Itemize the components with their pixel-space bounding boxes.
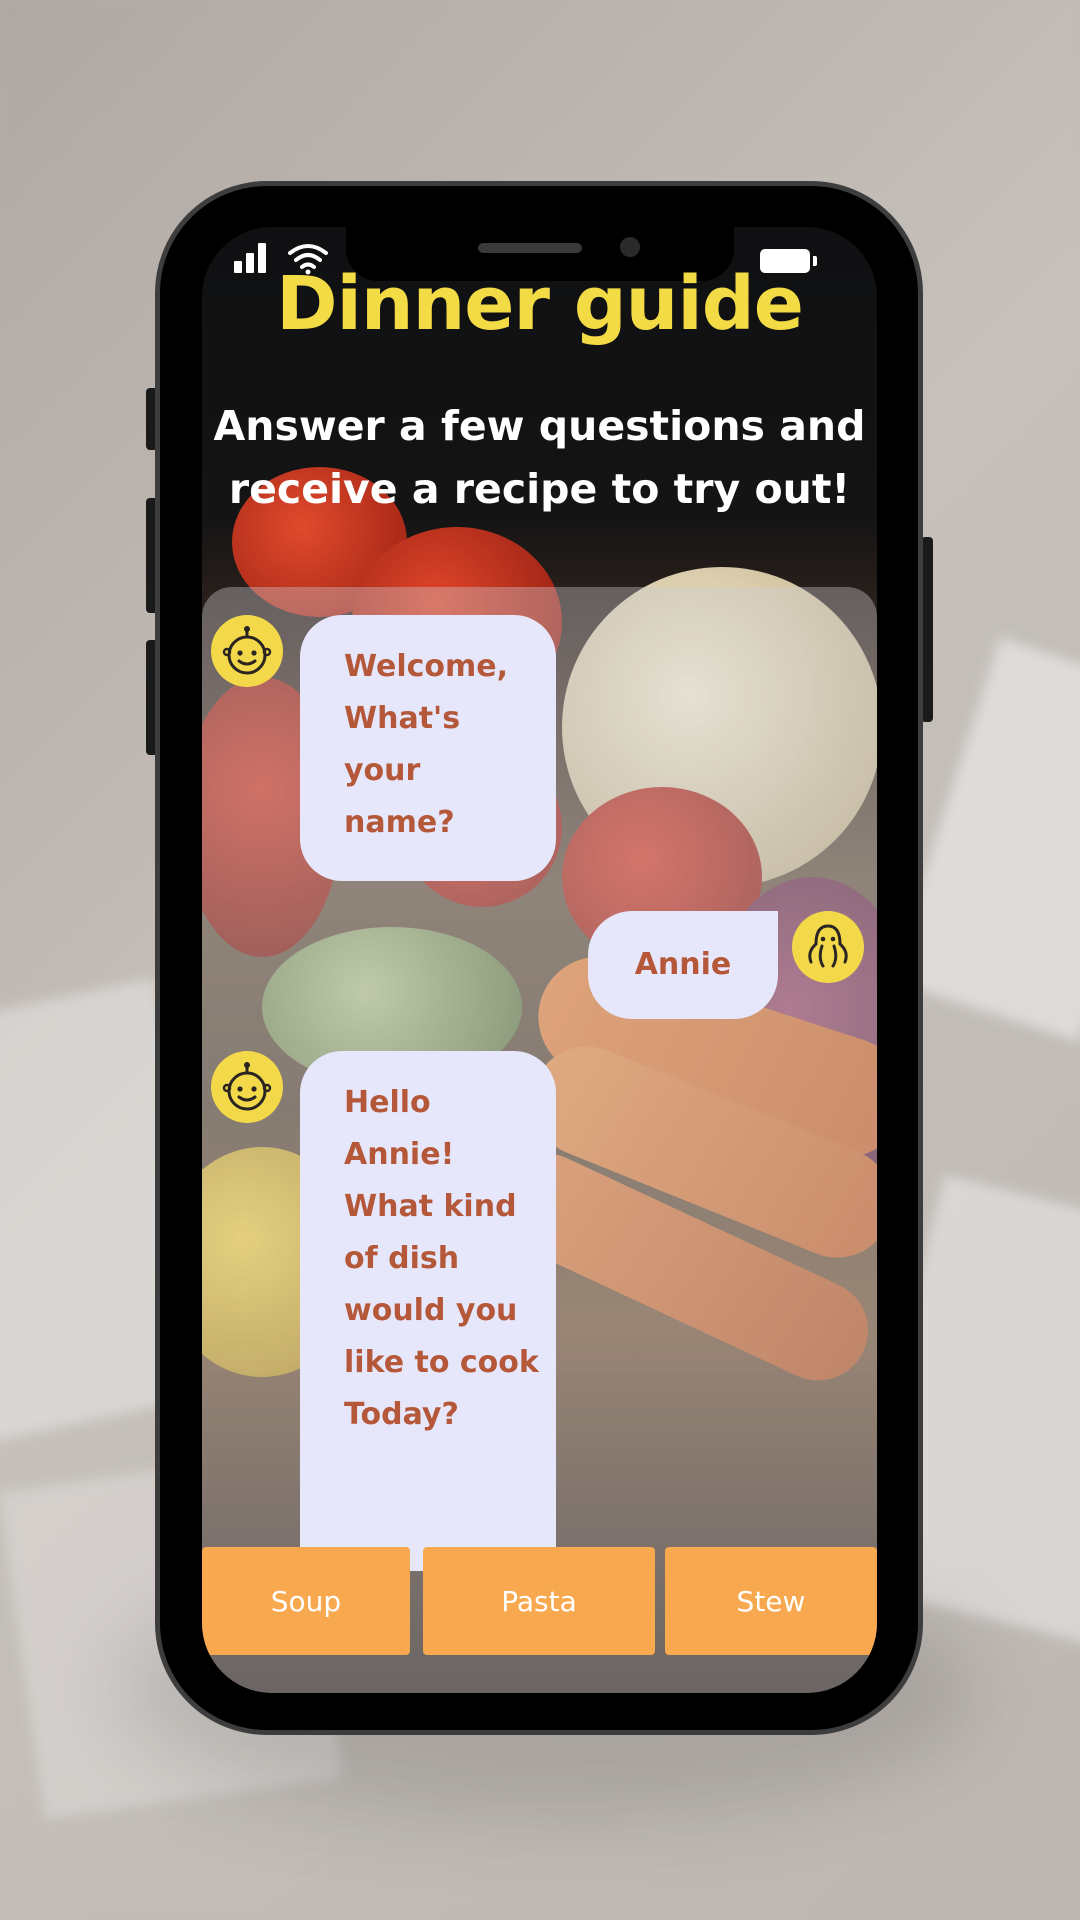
page-title: Dinner guide [276, 261, 804, 347]
bot-message-bubble: Hello Annie! What kind of dish would you… [300, 1051, 556, 1571]
robot-face-icon [211, 1051, 283, 1123]
robot-face-icon [211, 615, 283, 687]
phone-screen: Dinner guide Answer a few questions and … [202, 227, 877, 1693]
speaker-grille [478, 243, 582, 253]
option-stew-button[interactable]: Stew [665, 1547, 877, 1655]
bot-message-bubble: Welcome, What's your name? [300, 615, 556, 881]
front-camera [620, 237, 640, 257]
page-subtitle: Answer a few questions and receive a rec… [213, 402, 866, 513]
option-soup-button[interactable]: Soup [202, 1547, 410, 1655]
option-pasta-button[interactable]: Pasta [423, 1547, 655, 1655]
user-message-bubble: Annie [588, 911, 778, 1019]
answer-options: Soup Pasta Stew [202, 1547, 877, 1655]
octopus-icon [792, 911, 864, 983]
